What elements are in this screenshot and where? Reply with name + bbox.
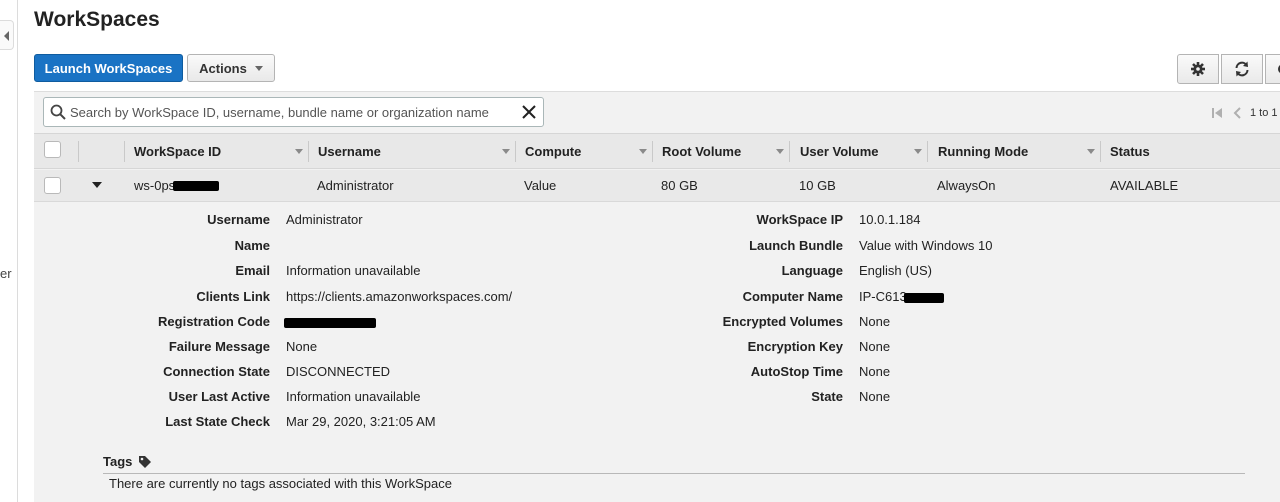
left-nav-panel: er (0, 0, 18, 502)
detail-value-launch-bundle: Value with Windows 10 (859, 238, 993, 253)
page-range-text: 1 to 1 (1250, 107, 1278, 119)
sort-caret-icon[interactable] (776, 149, 784, 154)
detail-label-clients-link: Clients Link (196, 289, 270, 304)
detail-label-username: Username (207, 212, 270, 227)
detail-value-computer-name: IP-C613 (859, 289, 944, 304)
detail-label-connection-state: Connection State (163, 364, 270, 379)
search-input[interactable]: Search by WorkSpace ID, username, bundle… (43, 97, 544, 127)
page-title: WorkSpaces (34, 8, 160, 31)
detail-value-email: Information unavailable (286, 263, 421, 278)
redaction-block (284, 317, 376, 328)
refresh-button[interactable] (1221, 54, 1263, 84)
gear-icon (1191, 62, 1205, 76)
detail-label-encryption-key: Encryption Key (747, 339, 843, 354)
pagination: 1 to 1 (1210, 105, 1278, 121)
redaction-block (173, 180, 220, 191)
select-all-checkbox[interactable] (44, 141, 61, 158)
detail-label-launch-bundle: Launch Bundle (749, 238, 843, 253)
detail-value-user-last-active: Information unavailable (286, 389, 421, 404)
cell-status: AVAILABLE (1110, 178, 1179, 193)
cell-compute: Value (524, 178, 557, 193)
nav-cut-text: er (0, 266, 12, 281)
detail-label-computer-name: Computer Name (742, 289, 843, 304)
cell-running-mode: AlwaysOn (937, 178, 996, 193)
actions-dropdown-button[interactable]: Actions (187, 54, 275, 82)
tags-empty-message: There are currently no tags associated w… (109, 476, 452, 491)
column-header-root-volume[interactable]: Root Volume (662, 134, 741, 168)
detail-value-registration-code (284, 314, 376, 329)
detail-value-last-state-check: Mar 29, 2020, 3:21:05 AM (286, 414, 436, 429)
detail-value-workspace-ip: 10.0.1.184 (859, 212, 921, 227)
detail-value-state: None (859, 389, 891, 404)
detail-value-clients-link[interactable]: https://clients.amazonworkspaces.com/ (286, 289, 512, 304)
detail-label-encrypted-volumes: Encrypted Volumes (722, 314, 843, 329)
cell-workspace-id: ws-0ps (134, 170, 220, 201)
redaction-block (903, 292, 944, 303)
settings-button[interactable] (1177, 54, 1219, 84)
cell-root-volume: 80 GB (661, 178, 698, 193)
actions-label: Actions (199, 60, 247, 76)
detail-label-last-state-check: Last State Check (165, 414, 270, 429)
detail-label-workspace-ip: WorkSpace IP (756, 212, 843, 227)
detail-label-failure-message: Failure Message (168, 339, 270, 354)
sort-caret-icon[interactable] (1087, 149, 1095, 154)
cell-username: Administrator (317, 178, 394, 193)
tag-icon (139, 455, 152, 468)
detail-value-connection-state: DISCONNECTED (286, 364, 391, 379)
search-placeholder: Search by WorkSpace ID, username, bundle… (70, 105, 489, 120)
detail-value-language: English (US) (859, 263, 932, 278)
launch-workspaces-label: Launch WorkSpaces (44, 60, 173, 76)
column-header-status[interactable]: Status (1110, 134, 1150, 168)
cell-user-volume: 10 GB (799, 178, 836, 193)
sort-caret-icon[interactable] (502, 149, 510, 154)
detail-label-user-last-active: User Last Active (168, 389, 270, 404)
column-header-workspace-id[interactable]: WorkSpace ID (134, 134, 221, 168)
detail-value-encrypted-volumes: None (859, 314, 891, 329)
previous-page-icon[interactable] (1232, 106, 1242, 120)
workspace-id-text: ws-0ps (134, 178, 176, 193)
clear-search-icon[interactable] (520, 103, 538, 121)
first-page-icon[interactable] (1210, 106, 1224, 120)
column-header-user-volume[interactable]: User Volume (800, 134, 879, 168)
chevron-down-icon (254, 65, 263, 71)
detail-value-username: Administrator (286, 212, 363, 227)
table-row[interactable]: ws-0ps Administrator Value 80 GB 10 GB A… (34, 170, 1280, 202)
column-header-username[interactable]: Username (318, 134, 381, 168)
more-options-button[interactable] (1265, 54, 1280, 84)
table-header: WorkSpace ID Username Compute Root Volum… (34, 133, 1280, 169)
tags-divider (103, 473, 1245, 474)
tags-heading: Tags (103, 454, 152, 469)
sort-caret-icon[interactable] (639, 149, 647, 154)
launch-workspaces-button[interactable]: Launch WorkSpaces (34, 54, 183, 82)
collapse-row-icon[interactable] (92, 182, 102, 188)
search-icon (50, 104, 66, 120)
nav-collapse-toggle[interactable] (0, 20, 14, 50)
detail-label-state: State (811, 389, 843, 404)
detail-label-registration-code: Registration Code (158, 314, 270, 329)
detail-value-failure-message: None (286, 339, 318, 354)
detail-value-encryption-key: None (859, 339, 891, 354)
detail-label-autostop-time: AutoStop Time (750, 364, 843, 379)
refresh-icon (1235, 61, 1249, 77)
detail-label-language: Language (781, 263, 843, 278)
tags-title: Tags (103, 454, 133, 469)
row-checkbox[interactable] (44, 177, 61, 194)
computer-name-text: IP-C613 (859, 289, 907, 304)
detail-value-autostop-time: None (859, 364, 891, 379)
sort-caret-icon[interactable] (295, 149, 303, 154)
sort-caret-icon[interactable] (914, 149, 922, 154)
column-header-running-mode[interactable]: Running Mode (938, 134, 1028, 168)
detail-label-email: Email (235, 263, 270, 278)
detail-label-name: Name (234, 238, 270, 253)
column-header-compute[interactable]: Compute (525, 134, 581, 168)
